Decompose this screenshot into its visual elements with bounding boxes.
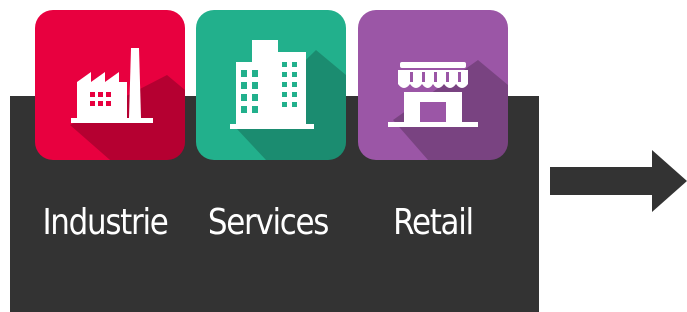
services-tile[interactable] [196, 10, 346, 160]
industrie-tile[interactable] [35, 10, 185, 160]
arrow-right-icon [550, 150, 687, 212]
retail-label: Retail [393, 202, 474, 243]
industrie-label: Industrie [42, 202, 168, 243]
office-buildings-icon [196, 10, 346, 160]
services-label: Services [207, 202, 330, 243]
factory-icon [35, 10, 185, 160]
storefront-icon [358, 10, 508, 160]
retail-tile[interactable] [358, 10, 508, 160]
